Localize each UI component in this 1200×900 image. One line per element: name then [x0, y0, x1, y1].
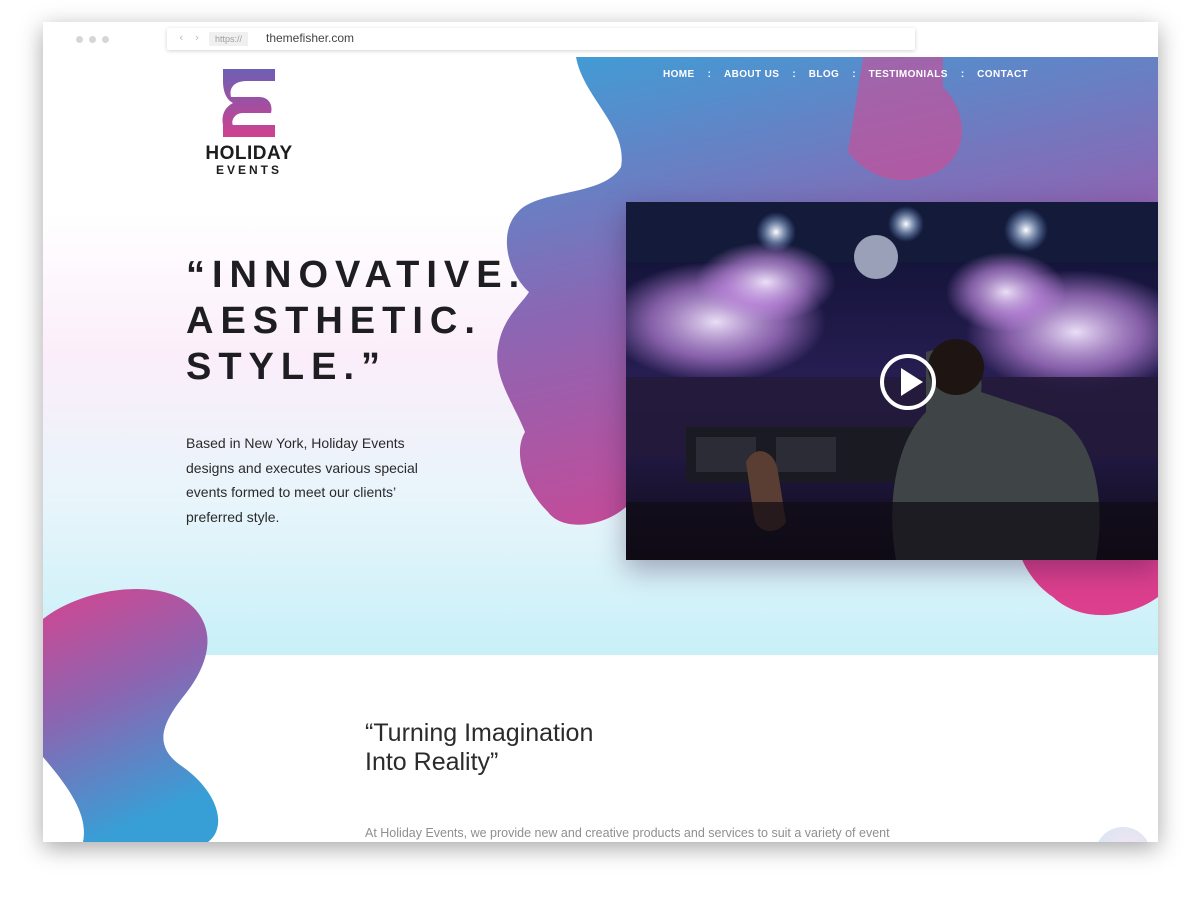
- nav-contact[interactable]: CONTACT: [977, 69, 1028, 80]
- hero-headline: “INNOVATIVE. AESTHETIC. STYLE.”: [186, 252, 526, 390]
- holiday-events-logo-icon: [222, 69, 275, 137]
- left-blob: [43, 589, 219, 842]
- nav-separator: :: [852, 69, 856, 80]
- window-control-dot[interactable]: [89, 36, 96, 43]
- nav-about-us[interactable]: ABOUT US: [724, 69, 779, 80]
- play-icon[interactable]: [878, 352, 938, 412]
- back-forward-icon[interactable]: ‹ ›: [179, 31, 203, 44]
- url-protocol: https://: [209, 32, 249, 46]
- address-bar[interactable]: ‹ › https:// themefisher.com: [167, 28, 915, 50]
- main-nav: HOME : ABOUT US : BLOG : TESTIMONIALS : …: [663, 69, 1028, 80]
- nav-blog[interactable]: BLOG: [809, 69, 840, 80]
- url-domain[interactable]: themefisher.com: [266, 31, 354, 45]
- logo[interactable]: HOLIDAY EVENTS: [201, 67, 297, 177]
- headline-line: STYLE.”: [186, 346, 388, 388]
- logo-title: HOLIDAY: [205, 143, 293, 164]
- nav-separator: :: [707, 69, 711, 80]
- window-control-dot[interactable]: [76, 36, 83, 43]
- about-title-line: Into Reality”: [365, 748, 499, 776]
- logo-subtitle: EVENTS: [215, 163, 282, 177]
- web-page: HOLIDAY EVENTS HOME : ABOUT US : BLOG : …: [43, 57, 1158, 842]
- about-title: “Turning Imagination Into Reality”: [365, 719, 593, 777]
- video-thumbnail[interactable]: [626, 202, 1158, 560]
- nav-separator: :: [960, 69, 965, 80]
- about-title-line: “Turning Imagination: [365, 719, 594, 747]
- browser-chrome: ‹ › https:// themefisher.com: [43, 22, 1158, 57]
- headline-line: AESTHETIC.: [186, 300, 482, 342]
- hero-intro-text: Based in New York, Holiday Events design…: [186, 435, 418, 525]
- browser-window: ‹ › https:// themefisher.com HOLIDAY EVE…: [43, 22, 1158, 842]
- nav-testimonials[interactable]: TESTIMONIALS: [869, 69, 948, 80]
- nav-separator: :: [792, 69, 796, 80]
- headline-line: “INNOVATIVE.: [186, 254, 527, 296]
- nav-home[interactable]: HOME: [663, 69, 695, 80]
- window-control-dot[interactable]: [102, 36, 109, 43]
- about-text: At Holiday Events, we provide new and cr…: [365, 825, 890, 840]
